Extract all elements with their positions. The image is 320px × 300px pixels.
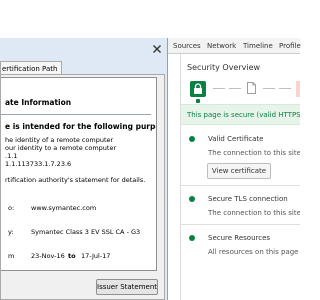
valid-to-value: 17-Jul-17 [81,252,111,260]
section-divider [181,224,300,225]
tab-timeline[interactable]: Timeline [243,42,273,50]
lock-icon [190,81,206,97]
section-description: The connection to this site is using [208,149,300,157]
divider-dash [213,88,225,89]
valid-from-label: m [8,252,15,260]
issued-by-label: y: [8,228,14,236]
valid-to-label: to [68,252,76,260]
section-description: All resources on this page are serve [208,248,300,256]
section-heading: Valid Certificate [208,135,264,143]
secure-dot-icon [189,196,195,202]
certificate-dialog: ertification Path ate Information e is i… [0,38,168,300]
section-description: The connection to this site is using [208,209,300,217]
devtools-tab-bar: Sources Network Timeline Profile [168,38,301,54]
divider-dash [263,88,275,89]
purpose-item: our identity to a remote computer [5,144,117,152]
tab-certification-path[interactable]: ertification Path [0,61,62,75]
tab-sources[interactable]: Sources [173,42,201,50]
devtools-panel: Sources Network Timeline Profile Securit… [168,38,301,300]
certificate-info-box: ate Information e is intended for the fo… [1,77,157,271]
tab-certification-path-label: ertification Path [2,65,58,73]
section-divider [181,185,300,186]
tab-profiles[interactable]: Profile [279,42,301,50]
security-overview: Security Overview This page is secure (v… [181,54,300,300]
section-heading: Secure Resources [208,234,271,242]
secure-message: This page is secure (valid HTTPS). [187,111,300,119]
close-icon[interactable] [152,44,162,54]
security-sidebar [168,54,181,300]
divider-dash [279,88,291,89]
purpose-item: .1.1 [5,152,18,160]
issuer-statement-button[interactable]: Issuer Statement [96,279,158,295]
purpose-item: 1.1.113733.1.7.23.6 [5,160,72,168]
tab-network[interactable]: Network [207,42,236,50]
divider-dash [229,88,241,89]
view-certificate-button[interactable]: View certificate [207,163,271,179]
issued-by-value: Symantec Class 3 EV SSL CA - G3 [31,228,141,236]
secure-banner: This page is secure (valid HTTPS). [181,104,300,125]
security-overview-title: Security Overview [187,63,261,72]
certificate-panel: ate Information e is intended for the fo… [0,74,165,300]
purpose-item: he identity of a remote computer [5,136,114,144]
selected-state-indicator [196,99,200,103]
intended-purposes-heading: e is intended for the following purpose(… [5,122,156,131]
issued-to-value: www.symantec.com [31,204,97,212]
issued-to-label: o: [8,204,15,212]
section-heading: Secure TLS connection [208,195,288,203]
info-divider [1,114,151,115]
authority-note: rtification authority's statement for de… [5,176,146,184]
secure-dot-icon [189,136,195,142]
insecure-state-icon [296,81,300,97]
certificate-info-title: ate Information [5,98,72,107]
secure-dot-icon [189,235,195,241]
valid-from-value: 23-Nov-16 [31,252,65,260]
document-icon [247,82,256,94]
